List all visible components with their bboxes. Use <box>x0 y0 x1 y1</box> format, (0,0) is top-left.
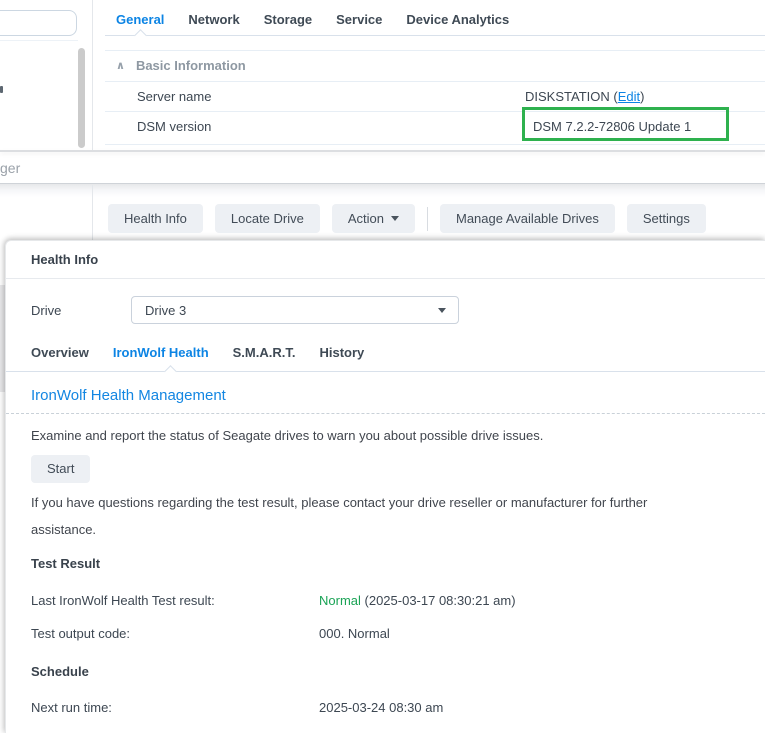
storage-manager-title-fragment: ger <box>0 160 20 176</box>
caret-down-icon <box>391 216 399 221</box>
tab-overview[interactable]: Overview <box>31 345 89 360</box>
status-timestamp: (2025-03-17 08:30:21 am) <box>361 593 516 608</box>
sidebar-text-fragment <box>0 86 3 93</box>
action-label: Action <box>348 211 384 226</box>
control-panel-window: General Network Storage Service Device A… <box>0 0 765 151</box>
row-divider <box>105 50 765 51</box>
note-text-line2: assistance. <box>31 522 96 537</box>
tab-general[interactable]: General <box>116 12 164 27</box>
tab-underline <box>105 35 765 36</box>
tab-ironwolf-health[interactable]: IronWolf Health <box>113 345 209 360</box>
toolbar-separator <box>427 207 428 231</box>
health-info-button[interactable]: Health Info <box>108 204 203 233</box>
next-run-time-value: 2025-03-24 08:30 am <box>319 700 443 715</box>
tab-storage[interactable]: Storage <box>264 12 312 27</box>
dialog-title: Health Info <box>31 252 98 267</box>
test-result-heading: Test Result <box>31 556 100 571</box>
panel-divider <box>92 0 93 151</box>
tab-history[interactable]: History <box>319 345 364 360</box>
server-name-text-suffix: ) <box>640 89 644 104</box>
dialog-header-divider <box>6 278 765 279</box>
row-divider <box>105 144 765 145</box>
note-text-line1: If you have questions regarding the test… <box>31 495 647 510</box>
schedule-heading: Schedule <box>31 664 89 679</box>
tab-device-analytics[interactable]: Device Analytics <box>406 12 509 27</box>
tab-smart[interactable]: S.M.A.R.T. <box>233 345 296 360</box>
tab-underline <box>6 371 765 372</box>
active-tab-notch <box>164 365 177 378</box>
next-run-time-label: Next run time: <box>31 700 112 715</box>
row-divider <box>105 81 765 82</box>
edit-link[interactable]: Edit <box>618 89 640 104</box>
sidebar-scrollbar-thumb[interactable] <box>78 48 85 148</box>
window-bottom-edge <box>0 150 765 152</box>
start-button[interactable]: Start <box>31 455 90 483</box>
status-normal: Normal <box>319 593 361 608</box>
test-output-code-label: Test output code: <box>31 626 130 641</box>
ironwolf-health-management-heading: IronWolf Health Management <box>31 387 226 404</box>
green-highlight-box <box>522 107 729 141</box>
tab-service[interactable]: Service <box>336 12 382 27</box>
control-panel-tabs: General Network Storage Service Device A… <box>116 12 509 27</box>
storage-manager-window: Health Info Locate Drive Action Manage A… <box>0 183 765 240</box>
drive-label: Drive <box>31 303 61 318</box>
section-title: Basic Information <box>136 58 246 73</box>
active-tab-notch <box>134 29 147 42</box>
tab-network[interactable]: Network <box>188 12 239 27</box>
chevron-up-icon: ∧ <box>116 59 125 72</box>
settings-button[interactable]: Settings <box>627 204 706 233</box>
description-text: Examine and report the status of Seagate… <box>31 428 543 443</box>
sidebar-divider <box>0 40 78 41</box>
test-output-code-value: 000. Normal <box>319 626 390 641</box>
storage-manager-toolbar: Health Info Locate Drive Action Manage A… <box>108 204 706 233</box>
locate-drive-button[interactable]: Locate Drive <box>215 204 320 233</box>
dashed-divider <box>6 413 765 414</box>
manage-available-drives-button[interactable]: Manage Available Drives <box>440 204 615 233</box>
dsm-version-label: DSM version <box>137 119 211 134</box>
last-test-result-label: Last IronWolf Health Test result: <box>31 593 215 608</box>
server-name-value: DISKSTATION (Edit) <box>525 89 644 104</box>
search-input[interactable] <box>0 10 77 36</box>
dialog-tabs: Overview IronWolf Health S.M.A.R.T. Hist… <box>31 345 364 360</box>
server-name-text: DISKSTATION ( <box>525 89 618 104</box>
last-test-result-value: Normal (2025-03-17 08:30:21 am) <box>319 593 516 608</box>
action-dropdown-button[interactable]: Action <box>332 204 415 233</box>
drive-select[interactable]: Drive 3 <box>131 296 459 324</box>
panel-divider <box>92 185 93 241</box>
screen: General Network Storage Service Device A… <box>0 0 765 733</box>
drive-select-value: Drive 3 <box>145 303 186 318</box>
caret-down-icon <box>438 308 446 313</box>
basic-information-section-header[interactable]: ∧ Basic Information <box>116 58 246 73</box>
server-name-label: Server name <box>137 89 211 104</box>
health-info-dialog: Health Info Drive Drive 3 Overview IronW… <box>5 240 765 733</box>
